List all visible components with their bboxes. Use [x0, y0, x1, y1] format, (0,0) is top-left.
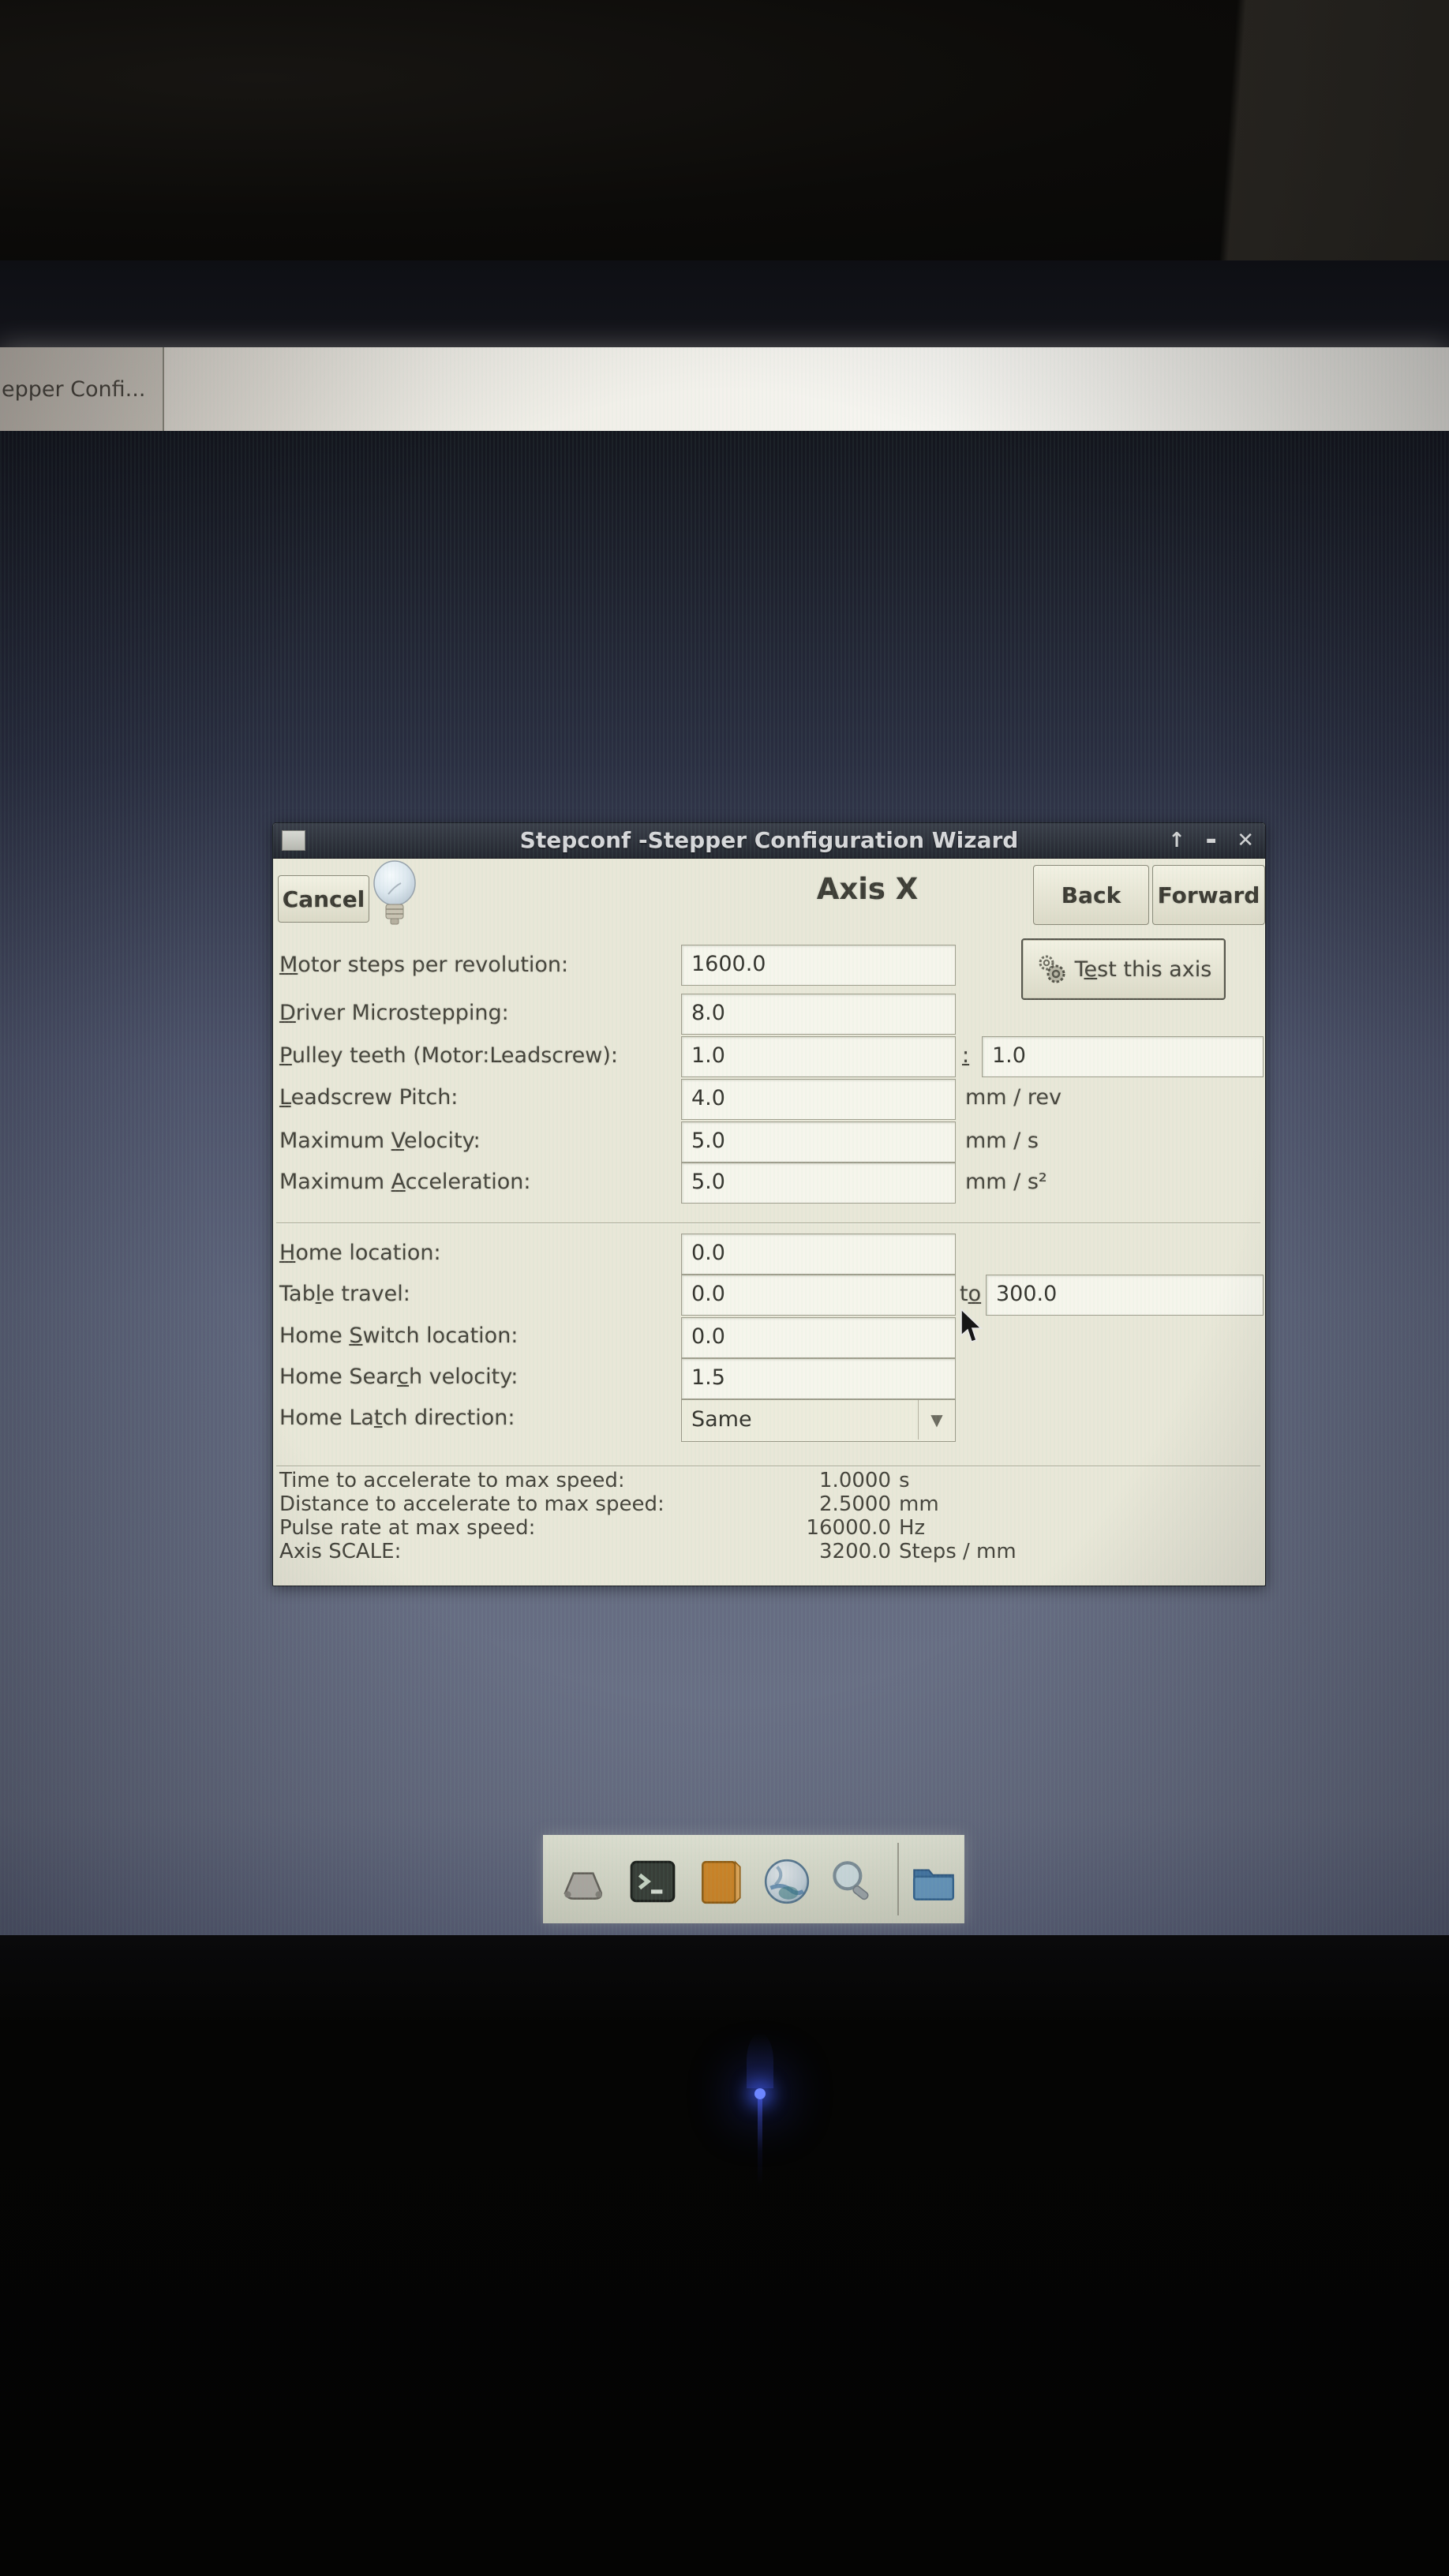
- dock: [543, 1835, 964, 1923]
- web-browser-icon[interactable]: [761, 1855, 813, 1908]
- monitor-bezel: [0, 1935, 1449, 2576]
- power-led: [747, 2033, 773, 2186]
- chevron-down-icon: ▼: [930, 1410, 943, 1429]
- table-travel-min-input[interactable]: 0.0: [681, 1275, 956, 1316]
- summary-label: Axis SCALE:: [279, 1540, 402, 1563]
- lightbulb-image: [373, 860, 416, 925]
- room-background: [0, 0, 1449, 530]
- maximize-icon[interactable]: ↑: [1168, 829, 1185, 852]
- field-label: Home location:: [279, 1241, 441, 1265]
- field-label: Leadscrew Pitch:: [279, 1085, 459, 1110]
- search-icon[interactable]: [826, 1855, 878, 1908]
- minimize-icon[interactable]: ▬: [1206, 834, 1216, 847]
- test-this-axis-label: Test this axis: [1074, 957, 1212, 982]
- pulley-colon-label: :: [962, 1043, 970, 1068]
- field-label: Table travel:: [279, 1282, 410, 1306]
- taskbar-window-label: epper Confi...: [2, 376, 146, 402]
- motor-steps-input[interactable]: 1600.0: [681, 945, 956, 986]
- microstepping-input[interactable]: 8.0: [681, 994, 956, 1035]
- stepconf-window: Stepconf -Stepper Configuration Wizard ↑…: [272, 822, 1266, 1586]
- close-icon[interactable]: ✕: [1237, 829, 1254, 852]
- leadscrew-pitch-input[interactable]: 4.0: [681, 1079, 956, 1120]
- summary-label: Pulse rate at max speed:: [279, 1516, 536, 1540]
- window-title: Stepconf -Stepper Configuration Wizard: [519, 827, 1019, 853]
- monitor-photo: epper Confi... Stepconf -Stepper Configu…: [0, 0, 1449, 2576]
- unit-label: mm / s²: [965, 1170, 1047, 1194]
- unit-label: mm / s: [965, 1129, 1039, 1153]
- summary-unit: s: [899, 1469, 910, 1492]
- taskbar: epper Confi...: [0, 347, 1449, 431]
- cancel-button[interactable]: Cancel: [278, 875, 369, 923]
- dock-divider: [897, 1843, 899, 1915]
- window-titlebar[interactable]: Stepconf -Stepper Configuration Wizard ↑…: [273, 823, 1265, 859]
- field-label: Driver Microstepping:: [279, 1001, 509, 1025]
- home-switch-location-input[interactable]: 0.0: [681, 1317, 956, 1358]
- pulley-teeth-motor-input[interactable]: 1.0: [681, 1036, 956, 1077]
- pulley-teeth-leadscrew-input[interactable]: 1.0: [982, 1036, 1264, 1077]
- summary-unit: mm: [899, 1492, 939, 1516]
- field-label: Home Latch direction:: [279, 1406, 515, 1430]
- back-button[interactable]: Back: [1033, 865, 1149, 925]
- summary-label: Time to accelerate to max speed:: [279, 1469, 625, 1492]
- summary-value: 3200.0: [819, 1540, 891, 1563]
- summary-value: 16000.0: [806, 1516, 891, 1540]
- max-velocity-input[interactable]: 5.0: [681, 1121, 956, 1163]
- max-acceleration-input[interactable]: 5.0: [681, 1163, 956, 1204]
- taskbar-window-button[interactable]: epper Confi...: [0, 347, 164, 431]
- summary-unit: Steps / mm: [899, 1540, 1017, 1563]
- terminal-icon[interactable]: [627, 1855, 679, 1908]
- separator: [276, 1222, 1260, 1224]
- home-search-velocity-input[interactable]: 1.5: [681, 1358, 956, 1399]
- home-latch-direction-select[interactable]: Same ▼: [681, 1399, 956, 1442]
- table-travel-max-input[interactable]: 300.0: [986, 1275, 1264, 1316]
- table-travel-to-label: to: [960, 1282, 982, 1306]
- gears-icon: [1039, 955, 1065, 983]
- separator: [276, 1466, 1260, 1467]
- show-desktop-icon[interactable]: [557, 1855, 609, 1908]
- mouse-cursor: [960, 1309, 983, 1343]
- unit-label: mm / rev: [965, 1085, 1061, 1110]
- field-label: Motor steps per revolution:: [279, 953, 569, 977]
- field-label: Maximum Velocity:: [279, 1129, 481, 1153]
- field-label: Home Search velocity:: [279, 1365, 519, 1389]
- field-label: Pulley teeth (Motor:Leadscrew):: [279, 1043, 618, 1068]
- forward-button[interactable]: Forward: [1152, 865, 1265, 925]
- summary-value: 1.0000: [819, 1469, 891, 1492]
- field-label: Maximum Acceleration:: [279, 1170, 531, 1194]
- summary-label: Distance to accelerate to max speed:: [279, 1492, 665, 1516]
- summary-value: 2.5000: [819, 1492, 891, 1516]
- field-label: Home Switch location:: [279, 1324, 519, 1348]
- home-location-input[interactable]: 0.0: [681, 1234, 956, 1275]
- test-this-axis-button[interactable]: Test this axis: [1021, 938, 1226, 1000]
- file-manager-icon[interactable]: [908, 1855, 960, 1908]
- text-editor-icon[interactable]: [695, 1855, 747, 1908]
- summary-unit: Hz: [899, 1516, 926, 1540]
- screen-top-dark-band: [0, 260, 1449, 347]
- page-title: Axis X: [816, 872, 919, 906]
